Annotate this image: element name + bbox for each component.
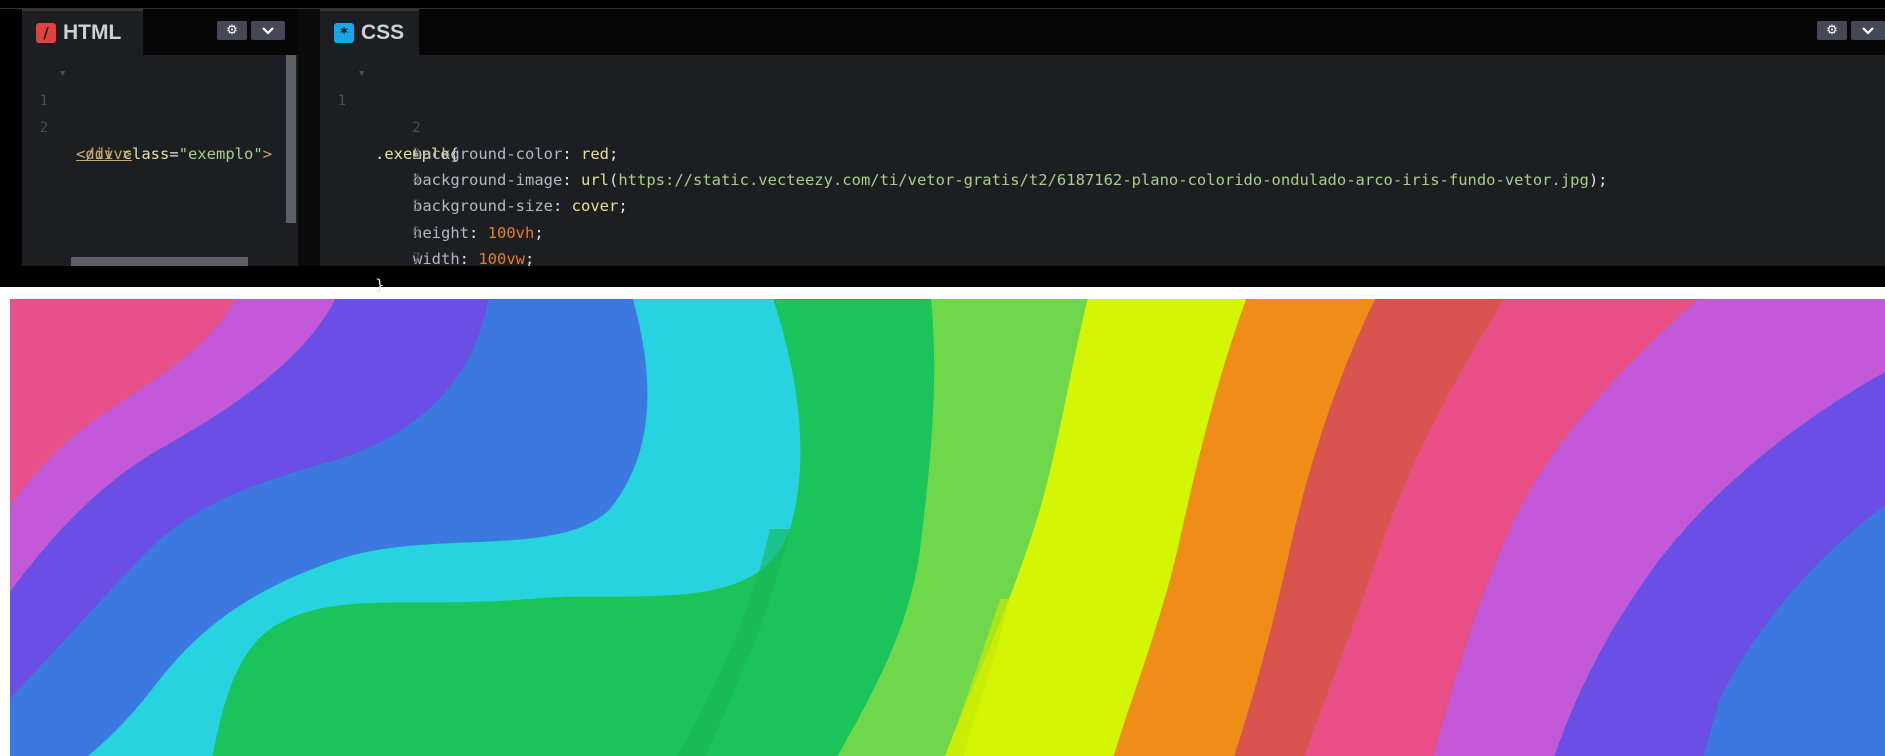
gear-icon: ⚙ xyxy=(226,23,238,38)
html-editor-panel: / HTML ⚙ 1 ▼ <div class="exemplo"> 2 </d… xyxy=(22,9,298,266)
css-asterisk-icon: * xyxy=(334,23,354,43)
tab-html-label: HTML xyxy=(63,21,122,44)
css-panel-header: * CSS ⚙ xyxy=(320,9,1885,55)
fold-arrow-icon[interactable]: ▼ xyxy=(60,61,65,87)
css-settings-button[interactable]: ⚙ xyxy=(1817,21,1847,40)
html-attr-value: "exemplo" xyxy=(178,144,263,163)
html-tag-end: > xyxy=(262,144,273,163)
line-number: 2 xyxy=(39,119,48,136)
tab-css[interactable]: * CSS xyxy=(320,9,419,55)
chevron-down-icon xyxy=(1862,26,1874,35)
tab-css-label: CSS xyxy=(361,21,405,44)
result-preview xyxy=(10,299,1885,756)
gear-icon: ⚙ xyxy=(1826,23,1838,38)
css-editor-panel: * CSS ⚙ 1 ▼ .exemplo{ 2 background-color… xyxy=(320,9,1885,294)
html-slash-icon: / xyxy=(36,23,56,43)
html-settings-button[interactable]: ⚙ xyxy=(217,21,247,40)
html-equals: = xyxy=(169,144,179,163)
html-tag-close: </div> xyxy=(76,144,132,163)
css-collapse-button[interactable] xyxy=(1851,21,1885,40)
html-panel-header: / HTML ⚙ xyxy=(22,9,298,55)
code-line: 5 height: 100vh; xyxy=(320,167,1880,241)
tab-html[interactable]: / HTML xyxy=(22,9,143,55)
code-line: 3 background-image: url(https://static.v… xyxy=(320,115,1880,189)
css-value: 100vw xyxy=(478,250,526,269)
panel-resize-handle[interactable] xyxy=(298,9,320,266)
html-horizontal-scrollbar[interactable] xyxy=(71,257,248,266)
rainbow-wave-background xyxy=(10,299,1885,756)
code-line: 1 ▼ <div class="exemplo"> xyxy=(22,61,282,163)
html-vertical-scrollbar[interactable] xyxy=(286,55,296,223)
code-line: 7 } xyxy=(320,220,1880,294)
fold-arrow-icon[interactable]: ▼ xyxy=(359,61,364,87)
html-collapse-button[interactable] xyxy=(251,21,285,40)
chevron-down-icon xyxy=(262,26,274,35)
editor-area: / HTML ⚙ 1 ▼ <div class="exemplo"> 2 </d… xyxy=(0,0,1885,294)
html-code-area[interactable]: 1 ▼ <div class="exemplo"> 2 </div> xyxy=(22,61,282,163)
code-line: 2 </div> xyxy=(22,88,282,163)
code-line: 1 ▼ .exemplo{ xyxy=(320,61,1880,163)
code-line: 6 width: 100vw; xyxy=(320,193,1880,268)
css-brace-close: } xyxy=(375,276,385,295)
css-code-area[interactable]: 1 ▼ .exemplo{ 2 background-color: red; 3… xyxy=(320,61,1880,294)
line-number: 7 xyxy=(412,251,421,268)
code-line: 2 background-color: red; xyxy=(320,88,1880,163)
code-line: 4 background-size: cover; xyxy=(320,141,1880,215)
